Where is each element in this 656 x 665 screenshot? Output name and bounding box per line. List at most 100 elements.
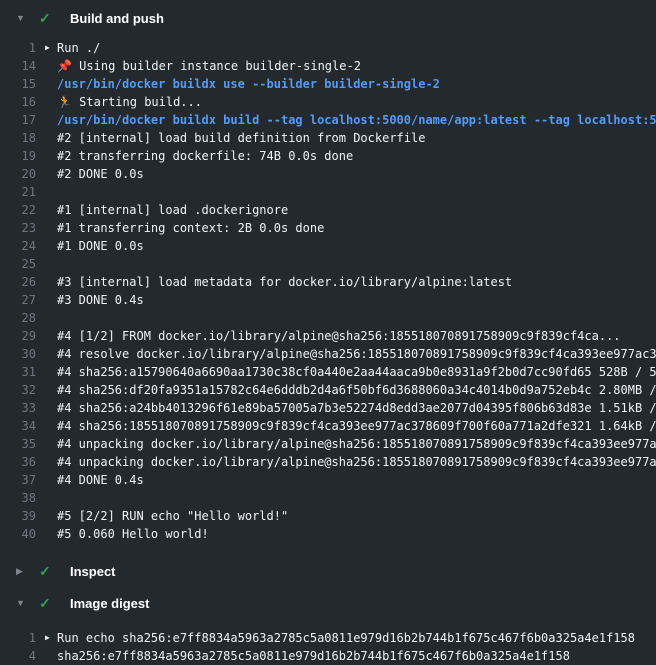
line-text: #1 [internal] load .dockerignore [57,201,288,219]
section-header[interactable]: ▼ ✓ Build and push [0,0,656,36]
line-text: Run echo sha256:e7ff8834a5963a2785c5a081… [57,629,635,647]
line-text: #4 [1/2] FROM docker.io/library/alpine@s… [57,327,621,345]
log-line: 29 ▶ #4 [1/2] FROM docker.io/library/alp… [0,327,656,345]
log-block: 1 ▶ Run echo sha256:e7ff8834a5963a2785c5… [0,619,656,665]
line-text: #5 0.060 Hello world! [57,525,209,543]
section-image-digest: ▼ ✓ Image digest 1 ▶ Run echo sha256:e7f… [0,587,656,665]
check-icon: ✓ [39,564,57,578]
log-line: 30 ▶ #4 resolve docker.io/library/alpine… [0,345,656,363]
line-number[interactable]: 4 [0,647,36,665]
log-line: 26 ▶ #3 [internal] load metadata for doc… [0,273,656,291]
line-number[interactable]: 27 [0,291,36,309]
line-number[interactable]: 28 [0,309,36,327]
line-number[interactable]: 29 [0,327,36,345]
check-icon: ✓ [39,11,57,25]
line-number[interactable]: 22 [0,201,36,219]
log-line: 36 ▶ #4 unpacking docker.io/library/alpi… [0,453,656,471]
log-line: 22 ▶ #1 [internal] load .dockerignore [0,201,656,219]
line-number[interactable]: 15 [0,75,36,93]
line-number[interactable]: 1 [0,39,36,57]
line-number[interactable]: 23 [0,219,36,237]
line-text: #4 sha256:a24bb4013296f61e89ba57005a7b3e… [57,399,656,417]
line-number[interactable]: 20 [0,165,36,183]
log-line: 24 ▶ #1 DONE 0.0s [0,237,656,255]
disclosure-triangle-icon[interactable]: ▼ [16,14,30,23]
disclosure-triangle-icon[interactable]: ▼ [16,599,30,608]
log-line: 40 ▶ #5 0.060 Hello world! [0,525,656,543]
line-number[interactable]: 21 [0,183,36,201]
line-number[interactable]: 14 [0,57,36,75]
log-line: 18 ▶ #2 [internal] load build definition… [0,129,656,147]
line-text: 🏃 Starting build... [57,93,202,111]
log-line: 20 ▶ #2 DONE 0.0s [0,165,656,183]
log-block: 1 ▶ Run ./ 14 ▶ 📌 Using builder instance… [0,36,656,555]
section-title: Inspect [70,564,116,579]
line-text: Run ./ [57,39,100,57]
line-text: #2 transferring dockerfile: 74B 0.0s don… [57,147,353,165]
log-line: 1 ▶ Run echo sha256:e7ff8834a5963a2785c5… [0,629,656,647]
log-line: 35 ▶ #4 unpacking docker.io/library/alpi… [0,435,656,453]
line-text: #2 [internal] load build definition from… [57,129,425,147]
line-number[interactable]: 36 [0,453,36,471]
line-number[interactable]: 35 [0,435,36,453]
line-text: #4 unpacking docker.io/library/alpine@sh… [57,453,656,471]
section-build-and-push: ▼ ✓ Build and push 1 ▶ Run ./ 14 ▶ 📌 Usi… [0,0,656,555]
line-text: #4 unpacking docker.io/library/alpine@sh… [57,435,656,453]
log-line: 15 ▶ /usr/bin/docker buildx use --builde… [0,75,656,93]
line-number[interactable]: 33 [0,399,36,417]
log-line: 14 ▶ 📌 Using builder instance builder-si… [0,57,656,75]
log-line: 1 ▶ Run ./ [0,39,656,57]
check-icon: ✓ [39,596,57,610]
run-toggle-icon[interactable]: ▶ [36,629,57,647]
log-line: 4 ▶ sha256:e7ff8834a5963a2785c5a0811e979… [0,647,656,665]
line-text: #5 [2/2] RUN echo "Hello world!" [57,507,288,525]
line-text: #4 resolve docker.io/library/alpine@sha2… [57,345,656,363]
log-line: 31 ▶ #4 sha256:a15790640a6690aa1730c38cf… [0,363,656,381]
log-line: 37 ▶ #4 DONE 0.4s [0,471,656,489]
section-header[interactable]: ▼ ✓ Image digest [0,587,656,619]
run-toggle-icon[interactable]: ▶ [36,39,57,57]
line-text: #1 transferring context: 2B 0.0s done [57,219,324,237]
line-text: #3 DONE 0.4s [57,291,144,309]
line-number[interactable]: 25 [0,255,36,273]
line-number[interactable]: 1 [0,629,36,647]
log-line: 16 ▶ 🏃 Starting build... [0,93,656,111]
line-text: #4 sha256:185518070891758909c9f839cf4ca3… [57,417,656,435]
line-number[interactable]: 16 [0,93,36,111]
line-text: #4 DONE 0.4s [57,471,144,489]
line-text: /usr/bin/docker buildx use --builder bui… [57,75,440,93]
disclosure-triangle-icon[interactable]: ▶ [16,567,30,576]
log-line: 28 ▶ [0,309,656,327]
line-number[interactable]: 30 [0,345,36,363]
line-number[interactable]: 34 [0,417,36,435]
section-title: Image digest [70,596,149,611]
line-text: #4 sha256:a15790640a6690aa1730c38cf0a440… [57,363,656,381]
log-viewer: ▼ ✓ Build and push 1 ▶ Run ./ 14 ▶ 📌 Usi… [0,0,656,665]
log-line: 39 ▶ #5 [2/2] RUN echo "Hello world!" [0,507,656,525]
line-number[interactable]: 37 [0,471,36,489]
section-title: Build and push [70,11,164,26]
log-line: 33 ▶ #4 sha256:a24bb4013296f61e89ba57005… [0,399,656,417]
line-number[interactable]: 17 [0,111,36,129]
line-text: #3 [internal] load metadata for docker.i… [57,273,512,291]
line-number[interactable]: 32 [0,381,36,399]
log-line: 17 ▶ /usr/bin/docker buildx build --tag … [0,111,656,129]
line-number[interactable]: 38 [0,489,36,507]
line-number[interactable]: 19 [0,147,36,165]
log-line: 34 ▶ #4 sha256:185518070891758909c9f839c… [0,417,656,435]
line-number[interactable]: 26 [0,273,36,291]
log-line: 25 ▶ [0,255,656,273]
section-header[interactable]: ▶ ✓ Inspect [0,555,656,587]
line-number[interactable]: 40 [0,525,36,543]
line-text: 📌 Using builder instance builder-single-… [57,57,361,75]
line-text: #4 sha256:df20fa9351a15782c64e6dddb2d4a6… [57,381,656,399]
line-text: #2 DONE 0.0s [57,165,144,183]
line-text: /usr/bin/docker buildx build --tag local… [57,111,656,129]
log-line: 21 ▶ [0,183,656,201]
line-number[interactable]: 24 [0,237,36,255]
line-number[interactable]: 39 [0,507,36,525]
line-number[interactable]: 18 [0,129,36,147]
log-line: 38 ▶ [0,489,656,507]
log-line: 23 ▶ #1 transferring context: 2B 0.0s do… [0,219,656,237]
line-number[interactable]: 31 [0,363,36,381]
